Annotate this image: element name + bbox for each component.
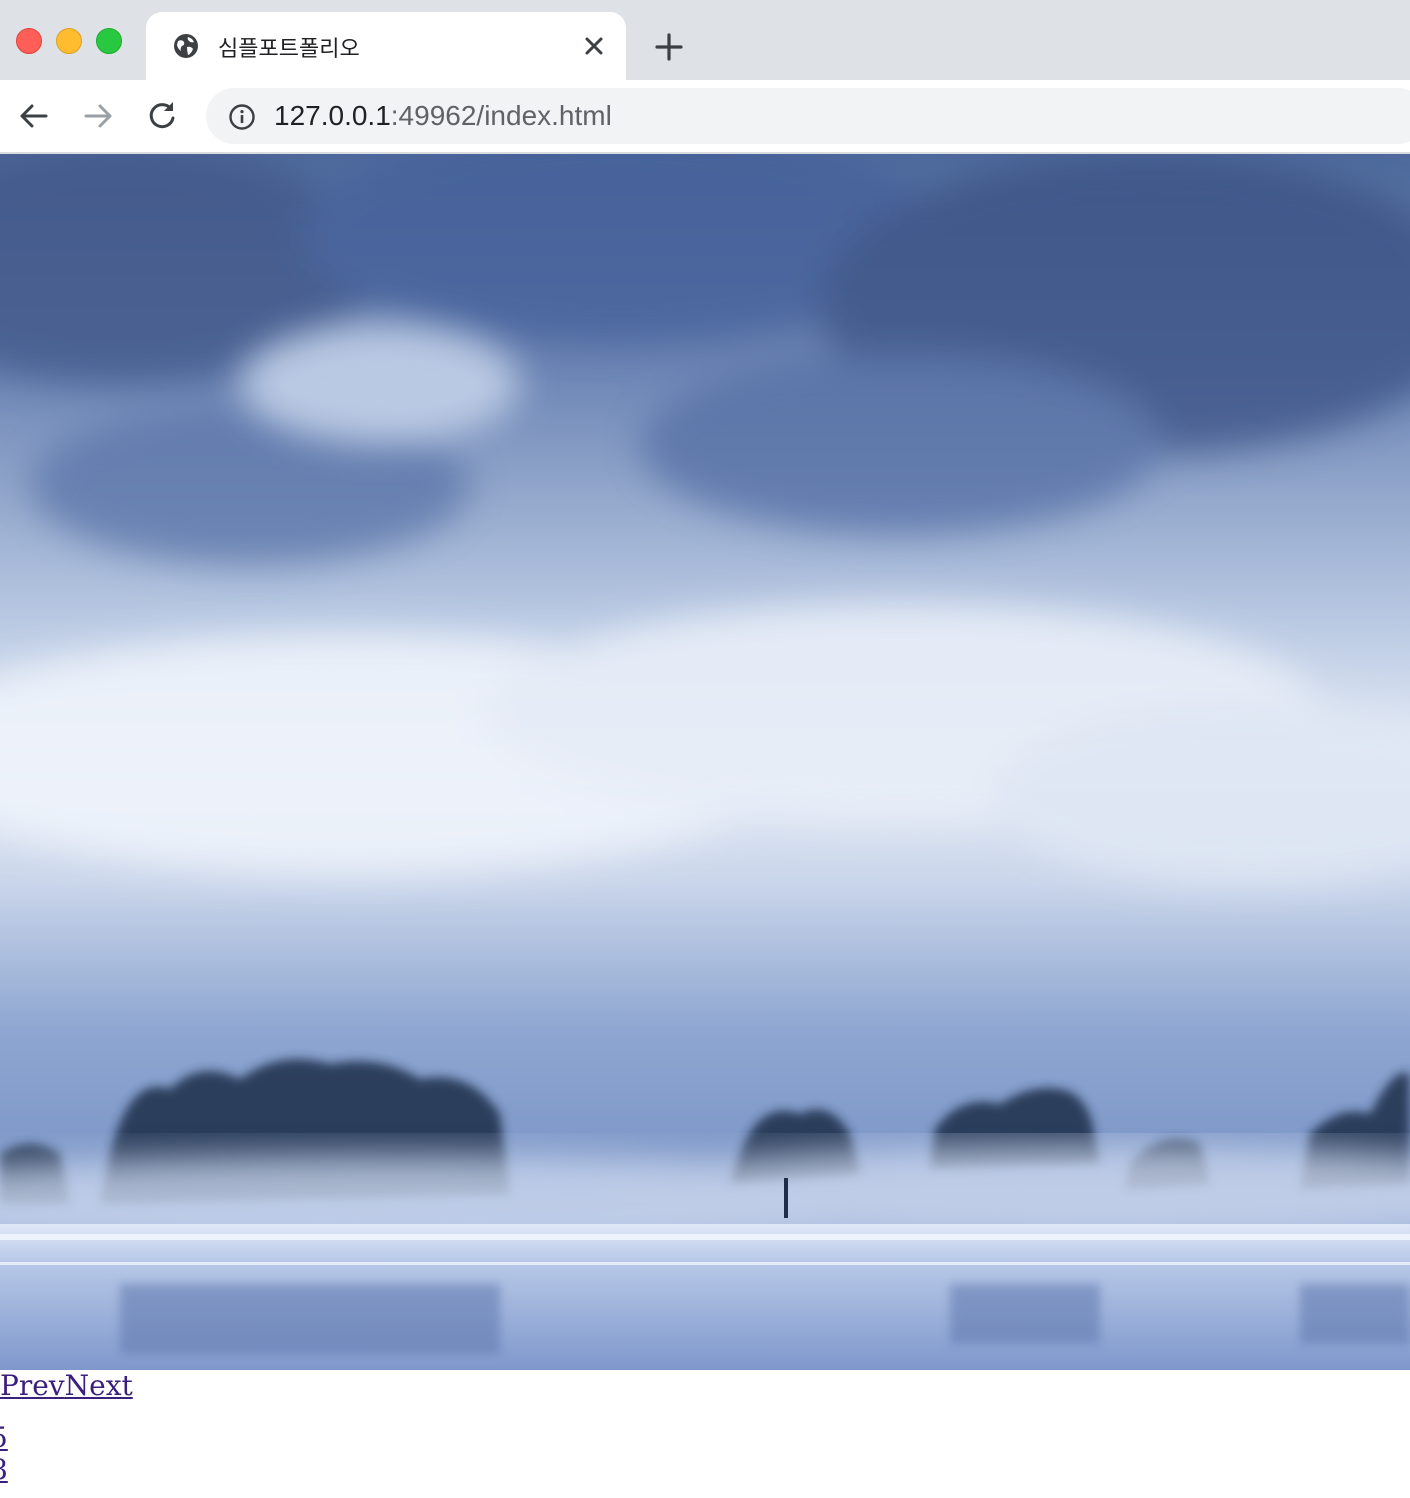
url-path: :49962/index.html bbox=[390, 100, 612, 131]
page-content: PrevNext 5 8 bbox=[0, 154, 1410, 1498]
prev-link[interactable]: Prev bbox=[0, 1369, 65, 1402]
new-tab-plus-icon[interactable] bbox=[652, 30, 686, 64]
url-text[interactable]: 127.0.0.1:49962/index.html bbox=[274, 100, 612, 132]
browser-toolbar: 127.0.0.1:49962/index.html bbox=[0, 80, 1410, 154]
tab-title: 심플포트폴리오 bbox=[218, 37, 360, 62]
pager-link[interactable]: 8 bbox=[0, 1454, 8, 1486]
active-tab[interactable]: 심플포트폴리오 bbox=[146, 12, 626, 80]
zoom-window-button[interactable] bbox=[96, 28, 122, 54]
back-arrow-icon[interactable] bbox=[16, 98, 52, 134]
slider-controls: PrevNext bbox=[0, 1370, 133, 1402]
slider-image bbox=[0, 154, 1410, 1370]
next-link[interactable]: Next bbox=[65, 1369, 133, 1402]
minimize-window-button[interactable] bbox=[56, 28, 82, 54]
pager-link[interactable]: 5 bbox=[0, 1422, 8, 1454]
slider-pager: 5 8 bbox=[0, 1422, 8, 1486]
info-icon[interactable] bbox=[228, 103, 256, 131]
reload-icon[interactable] bbox=[144, 98, 180, 134]
close-window-button[interactable] bbox=[16, 28, 42, 54]
address-bar[interactable]: 127.0.0.1:49962/index.html bbox=[206, 88, 1410, 144]
close-icon[interactable] bbox=[580, 32, 608, 60]
forward-arrow-icon[interactable] bbox=[80, 98, 116, 134]
globe-icon bbox=[172, 32, 200, 60]
url-host: 127.0.0.1 bbox=[274, 100, 391, 131]
tab-strip: 심플포트폴리오 bbox=[0, 0, 1410, 80]
